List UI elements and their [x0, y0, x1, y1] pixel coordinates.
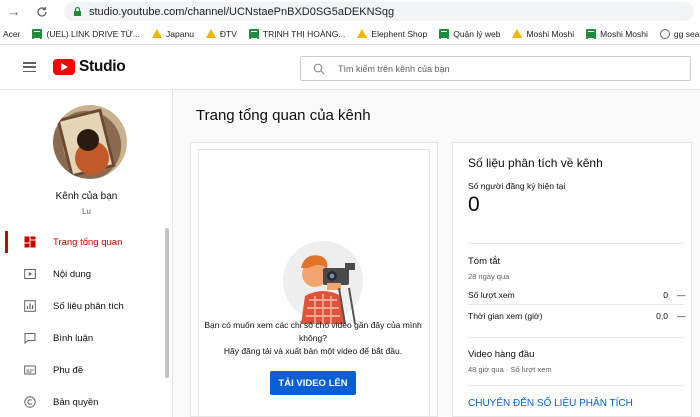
divider	[468, 337, 684, 338]
sidebar-item-subtitles[interactable]: Phụ đề	[0, 354, 173, 386]
sidebar-item-analytics[interactable]: Số liệu phân tích	[0, 290, 173, 322]
subtitles-icon	[24, 365, 36, 375]
sidebar-scrollbar[interactable]	[165, 228, 169, 378]
bookmark-item[interactable]: (UEL) LINK DRIVE TỪ...	[32, 28, 140, 39]
top-videos-period: 48 giờ qua · Số lượt xem	[468, 365, 552, 374]
content-icon	[24, 269, 36, 279]
bookmark-item[interactable]: Elephent Shop	[357, 29, 427, 39]
bookmarks-bar: Acer (UEL) LINK DRIVE TỪ... Japanu ĐTV T…	[0, 23, 700, 45]
sidebar-menu: Trang tổng quan Nội dung Số liệu phân tí…	[0, 226, 173, 417]
comments-icon	[24, 333, 36, 344]
search-input[interactable]	[338, 63, 678, 74]
bookmark-item[interactable]: Japanu	[152, 29, 194, 39]
search-box[interactable]	[300, 56, 691, 81]
upload-hint: Hãy đăng tải và xuất bản một video để bắ…	[223, 346, 403, 356]
summary-title: Tóm tắt	[468, 256, 501, 267]
sidebar-item-label: Số liệu phân tích	[53, 300, 124, 312]
watch-time-label: Thời gian xem (giờ)	[468, 311, 543, 321]
divider	[468, 243, 684, 244]
upload-message: Bạn có muốn xem các chỉ số cho video gần…	[204, 320, 422, 343]
subscribers-count: 0	[468, 193, 480, 216]
bookmark-item[interactable]: Moshi Moshi	[512, 29, 574, 39]
views-value: 0	[663, 290, 668, 300]
lock-icon	[74, 6, 81, 16]
bookmark-item[interactable]: Quản lý web	[439, 28, 500, 39]
upload-video-button[interactable]: TẢI VIDEO LÊN	[270, 371, 356, 395]
sidebar-item-label: Trang tổng quan	[53, 236, 123, 248]
sidebar-item-label: Bản quyền	[53, 396, 99, 408]
summary-period: 28 ngày qua	[468, 272, 510, 281]
search-icon	[313, 63, 325, 74]
sheets-icon	[32, 28, 43, 39]
copyright-icon	[24, 396, 36, 408]
address-bar: → studio.youtube.com/channel/UCNstaePnBX…	[0, 0, 700, 23]
channel-avatar[interactable]	[53, 105, 127, 179]
divider	[468, 385, 684, 386]
camera-operator-illustration	[283, 241, 363, 324]
sidebar-item-label: Nội dung	[53, 268, 92, 280]
back-arrow-icon[interactable]: →	[6, 4, 22, 20]
page-title: Trang tổng quan của kênh	[196, 107, 371, 124]
channel-name: Kênh của bạn	[55, 191, 118, 202]
divider	[468, 304, 684, 305]
sidebar-item-dashboard[interactable]: Trang tổng quan	[0, 226, 173, 258]
sidebar: Kênh của bạn Lu Trang tổng quan Nội dung…	[0, 90, 173, 417]
drive-icon	[357, 29, 368, 38]
sidebar-item-comments[interactable]: Bình luận	[0, 322, 173, 354]
bookmark-item[interactable]: TRỊNH THỊ HOÀNG...	[248, 28, 345, 39]
bookmark-item[interactable]: Acer	[3, 29, 20, 39]
sheets-icon	[248, 28, 259, 39]
bookmark-item[interactable]: gg search console	[659, 28, 700, 39]
globe-icon	[659, 28, 670, 39]
studio-logo[interactable]: Studio	[53, 58, 126, 76]
sheets-icon	[439, 28, 450, 39]
sidebar-item-copyright[interactable]: Bản quyền	[0, 386, 173, 417]
reload-icon[interactable]	[34, 4, 50, 20]
dashboard-icon	[24, 236, 36, 248]
sheets-icon	[586, 28, 597, 39]
subscribers-label: Số người đăng ký hiện tại	[468, 181, 566, 191]
top-videos-title: Video hàng đầu	[468, 349, 535, 360]
sidebar-item-content[interactable]: Nội dung	[0, 258, 173, 290]
studio-header: Studio	[0, 45, 700, 90]
views-label: Số lượt xem	[468, 290, 515, 300]
channel-handle: Lu	[82, 207, 91, 216]
bookmark-item[interactable]: ĐTV	[205, 29, 237, 39]
browser-window: → studio.youtube.com/channel/UCNstaePnBX…	[0, 0, 700, 417]
views-delta: —	[677, 290, 686, 300]
drive-icon	[152, 29, 163, 38]
watch-time-delta: —	[677, 311, 686, 321]
bookmark-item[interactable]: Moshi Moshi	[586, 28, 648, 39]
drive-icon	[512, 29, 523, 38]
url-text: studio.youtube.com/channel/UCNstaePnBXD0…	[89, 5, 395, 18]
analytics-icon	[24, 300, 36, 312]
analytics-title: Số liệu phân tích về kênh	[468, 156, 603, 170]
watch-time-value: 0,0	[656, 311, 668, 321]
menu-icon[interactable]	[23, 62, 36, 72]
go-to-analytics-link[interactable]: CHUYỂN ĐẾN SỐ LIỆU PHÂN TÍCH	[468, 398, 633, 409]
sidebar-item-label: Bình luận	[53, 332, 94, 344]
url-field[interactable]: studio.youtube.com/channel/UCNstaePnBXD0…	[64, 2, 694, 21]
sidebar-item-label: Phụ đề	[53, 364, 84, 376]
youtube-play-icon	[53, 59, 75, 75]
logo-text: Studio	[79, 58, 126, 75]
drive-icon	[205, 29, 216, 38]
